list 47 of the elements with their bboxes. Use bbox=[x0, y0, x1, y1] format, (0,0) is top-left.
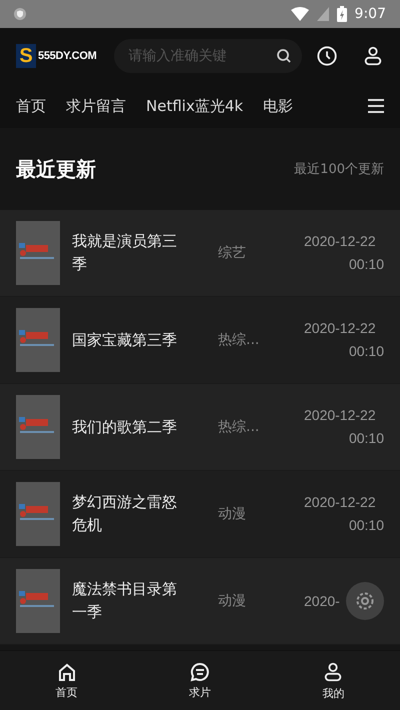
update-date: 2020- bbox=[304, 592, 340, 610]
update-time: 00:10 bbox=[348, 342, 384, 361]
bottom-nav-item[interactable]: 求片 bbox=[188, 685, 211, 700]
nav-tab[interactable]: Netflix蓝光4k bbox=[146, 96, 244, 116]
update-date: 2020-12-22 bbox=[304, 406, 376, 425]
show-category: 热综... bbox=[218, 331, 260, 349]
update-row[interactable]: 国家宝藏第三季 热综... 2020-12-22 00:10 bbox=[0, 297, 400, 384]
section-title: 最近更新 bbox=[16, 156, 96, 182]
update-row[interactable]: 魔法禁书目录第一季 动漫 2020- bbox=[0, 558, 400, 645]
user-icon[interactable] bbox=[362, 45, 384, 67]
nav-tab[interactable]: 电影 bbox=[263, 96, 294, 116]
show-category: 综艺 bbox=[218, 244, 247, 262]
update-row[interactable]: 我们的歌第二季 热综... 2020-12-22 00:10 bbox=[0, 384, 400, 471]
show-title: 我们的歌第二季 bbox=[72, 416, 178, 438]
menu-icon[interactable] bbox=[368, 99, 384, 113]
site-logo[interactable]: S 555DY.COM bbox=[16, 44, 96, 68]
update-date: 2020-12-22 bbox=[304, 319, 376, 338]
show-title: 国家宝藏第三季 bbox=[72, 330, 178, 350]
search-field[interactable]: 请输入准确关键 bbox=[114, 39, 302, 73]
show-category: 动漫 bbox=[218, 505, 247, 523]
update-date: 2020-12-22 bbox=[304, 232, 376, 251]
update-time: 00:10 bbox=[348, 429, 384, 448]
battery-icon bbox=[336, 6, 347, 22]
show-title: 我就是演员第三季 bbox=[72, 231, 178, 275]
nav-tab[interactable]: 求片留言 bbox=[66, 96, 126, 116]
show-title: 魔法禁书目录第一季 bbox=[72, 579, 178, 623]
nav-tab[interactable]: 首页 bbox=[16, 96, 46, 116]
search-icon[interactable] bbox=[276, 48, 292, 64]
show-category: 热综... bbox=[218, 418, 260, 436]
clock-icon[interactable] bbox=[316, 45, 338, 67]
bottom-nav-item[interactable]: 首页 bbox=[56, 685, 78, 700]
update-row[interactable]: 我就是演员第三季 综艺 2020-12-22 00:10 bbox=[0, 210, 400, 297]
home-icon[interactable] bbox=[56, 662, 77, 682]
update-time: 00:10 bbox=[348, 516, 384, 535]
update-row[interactable]: 梦幻西游之雷怒危机 动漫 2020-12-22 00:10 bbox=[0, 471, 400, 558]
update-time: 00:10 bbox=[348, 255, 384, 274]
status-time: 9:07 bbox=[354, 6, 386, 22]
shield-icon bbox=[14, 8, 26, 20]
settings-icon[interactable] bbox=[355, 591, 375, 611]
update-date: 2020-12-22 bbox=[304, 493, 376, 512]
wifi-icon bbox=[290, 7, 309, 21]
signal-icon bbox=[316, 7, 329, 21]
show-category: 动漫 bbox=[218, 592, 247, 610]
update-count-link[interactable]: 最近100个更新 bbox=[294, 160, 384, 178]
chat-icon[interactable] bbox=[190, 662, 210, 682]
show-title: 梦幻西游之雷怒危机 bbox=[72, 492, 178, 536]
bottom-nav-item[interactable]: 我的 bbox=[322, 686, 344, 701]
